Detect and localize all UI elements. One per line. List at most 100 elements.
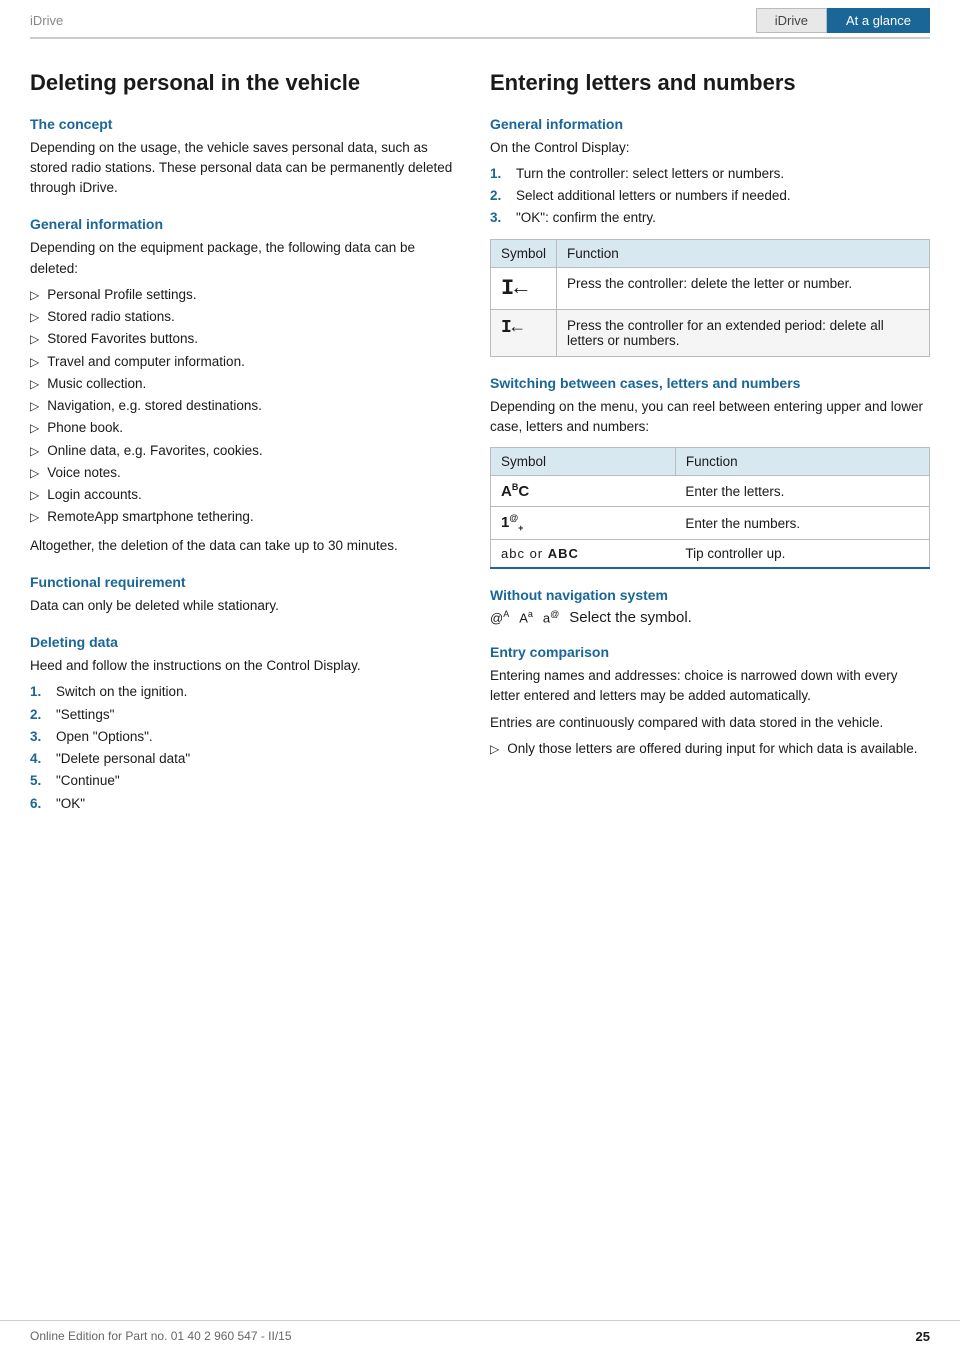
page-number: 25 xyxy=(916,1329,930,1344)
list-item: ▷ Stored radio stations. xyxy=(30,307,460,327)
switching-text: Depending on the menu, you can reel betw… xyxy=(490,397,930,438)
table-cell-symbol: I← xyxy=(491,267,557,309)
deleting-data-heading: Deleting data xyxy=(30,634,460,650)
bullet-arrow-icon: ▷ xyxy=(30,353,39,371)
bullet-text: Stored Favorites buttons. xyxy=(47,329,198,349)
functional-req-heading: Functional requirement xyxy=(30,574,460,590)
list-item: ▷ Navigation, e.g. stored destinations. xyxy=(30,396,460,416)
table-row: ABC Enter the letters. xyxy=(491,476,930,507)
bullet-arrow-icon: ▷ xyxy=(30,486,39,504)
general-info-heading-left: General information xyxy=(30,216,460,232)
tab-idrive[interactable]: iDrive xyxy=(756,8,827,33)
bullet-text: Personal Profile settings. xyxy=(47,285,196,305)
without-nav-heading: Without navigation system xyxy=(490,587,930,603)
general-info-text-right: On the Control Display: xyxy=(490,138,930,158)
bullet-text: Stored radio stations. xyxy=(47,307,175,327)
concept-text: Depending on the usage, the vehicle save… xyxy=(30,138,460,199)
list-item: 3."OK": confirm the entry. xyxy=(490,208,930,228)
list-item: 1.Switch on the ignition. xyxy=(30,682,460,702)
bullet-list: ▷ Personal Profile settings. ▷ Stored radi… xyxy=(30,285,460,528)
list-item: ▷ RemoteApp smartphone tethering. xyxy=(30,507,460,527)
page-header: iDrive iDrive At a glance xyxy=(30,0,930,39)
list-item: ▷ Stored Favorites buttons. xyxy=(30,329,460,349)
list-item: ▷ Voice notes. xyxy=(30,463,460,483)
step-text: Open "Options". xyxy=(56,727,153,747)
tab-at-a-glance[interactable]: At a glance xyxy=(827,8,930,33)
bullet-text: Login accounts. xyxy=(47,485,142,505)
list-item: 3. Open "Options". xyxy=(30,727,460,747)
entry-comparison-text1: Entering names and addresses: choice is … xyxy=(490,666,930,707)
table-cell-symbol: abc or ABC xyxy=(491,540,676,569)
step-number: 6. xyxy=(30,794,48,814)
step-number: 2. xyxy=(490,186,508,206)
bullet-text: Only those letters are offered during in… xyxy=(507,739,917,759)
table-col-symbol: Symbol xyxy=(491,448,676,476)
general-info-heading-right: General information xyxy=(490,116,930,132)
general-info-text-left: Depending on the equipment package, the … xyxy=(30,238,460,279)
step-number: 3. xyxy=(30,727,48,747)
bullet-arrow-icon: ▷ xyxy=(30,330,39,348)
left-column: Deleting personal in the vehicle The con… xyxy=(30,69,460,822)
bullet-arrow-icon: ▷ xyxy=(30,442,39,460)
list-item: ▷ Online data, e.g. Favorites, cookies. xyxy=(30,441,460,461)
list-item: 1.Turn the controller: select letters or… xyxy=(490,164,930,184)
list-item: ▷Music collection. xyxy=(30,374,460,394)
header-tabs: iDrive At a glance xyxy=(756,8,930,33)
entry-comparison-heading: Entry comparison xyxy=(490,644,930,660)
bullet-text: Navigation, e.g. stored destinations. xyxy=(47,396,262,416)
bullet-arrow-icon: ▷ xyxy=(30,286,39,304)
step-text: Turn the controller: select letters or n… xyxy=(516,164,784,184)
table-cell-function: Enter the numbers. xyxy=(675,507,929,540)
deleting-data-text: Heed and follow the instructions on the … xyxy=(30,656,460,676)
step-text: "Continue" xyxy=(56,771,120,791)
footer-text-left: Online Edition for Part no. 01 40 2 960 … xyxy=(30,1329,292,1344)
bullet-text: Voice notes. xyxy=(47,463,121,483)
right-column: Entering letters and numbers General inf… xyxy=(490,69,930,822)
step-number: 1. xyxy=(30,682,48,702)
bullet-arrow-icon: ▷ xyxy=(30,375,39,393)
entry-comparison-text2: Entries are continuously compared with d… xyxy=(490,713,930,733)
step-text: "OK": confirm the entry. xyxy=(516,208,656,228)
list-item: ▷Travel and computer information. xyxy=(30,352,460,372)
table-cell-symbol: ABC xyxy=(491,476,676,507)
step-text: "Settings" xyxy=(56,705,114,725)
table-col-symbol: Symbol xyxy=(491,239,557,267)
bullet-text: Online data, e.g. Favorites, cookies. xyxy=(47,441,262,461)
bullet-arrow-icon: ▷ xyxy=(30,397,39,415)
functional-req-text: Data can only be deleted while stationar… xyxy=(30,596,460,616)
table-cell-function: Press the controller: delete the letter … xyxy=(557,267,930,309)
list-item: ▷ Login accounts. xyxy=(30,485,460,505)
list-item: 2. "Settings" xyxy=(30,705,460,725)
list-item: 6."OK" xyxy=(30,794,460,814)
step-number: 2. xyxy=(30,705,48,725)
without-nav-text: Select the symbol. xyxy=(569,609,692,626)
bullet-arrow-icon: ▷ xyxy=(30,308,39,326)
step-number: 5. xyxy=(30,771,48,791)
list-item: ▷Phone book. xyxy=(30,418,460,438)
nav-sym-3: a@ xyxy=(543,609,559,625)
step-number: 4. xyxy=(30,749,48,769)
bullet-text: RemoteApp smartphone tethering. xyxy=(47,507,253,527)
right-steps-list: 1.Turn the controller: select letters or… xyxy=(490,164,930,229)
header-idrive-label: iDrive xyxy=(30,13,63,28)
table-cell-function: Tip controller up. xyxy=(675,540,929,569)
page-content: Deleting personal in the vehicle The con… xyxy=(0,39,960,862)
table-cell-function: Press the controller for an extended per… xyxy=(557,309,930,356)
bullet-arrow-icon: ▷ xyxy=(490,740,499,758)
page-footer: Online Edition for Part no. 01 40 2 960 … xyxy=(0,1320,960,1344)
left-section-title: Deleting personal in the vehicle xyxy=(30,69,460,98)
nav-sym-1: @A xyxy=(490,609,509,625)
switch-table-2: Symbol Function ABC Enter the letters. 1… xyxy=(490,447,930,569)
table-cell-symbol: 1@+ xyxy=(491,507,676,540)
right-section-title: Entering letters and numbers xyxy=(490,69,930,98)
list-item: ▷ Only those letters are offered during … xyxy=(490,739,930,759)
list-item: 4."Delete personal data" xyxy=(30,749,460,769)
concept-heading: The concept xyxy=(30,116,460,132)
symbol-table-1: Symbol Function I← Press the controller:… xyxy=(490,239,930,357)
bullet-arrow-icon: ▷ xyxy=(30,508,39,526)
table-cell-function: Enter the letters. xyxy=(675,476,929,507)
switching-heading: Switching between cases, letters and num… xyxy=(490,375,930,391)
table-col-function: Function xyxy=(557,239,930,267)
bullet-arrow-icon: ▷ xyxy=(30,464,39,482)
general-info-note: Altogether, the deletion of the data can… xyxy=(30,536,460,556)
